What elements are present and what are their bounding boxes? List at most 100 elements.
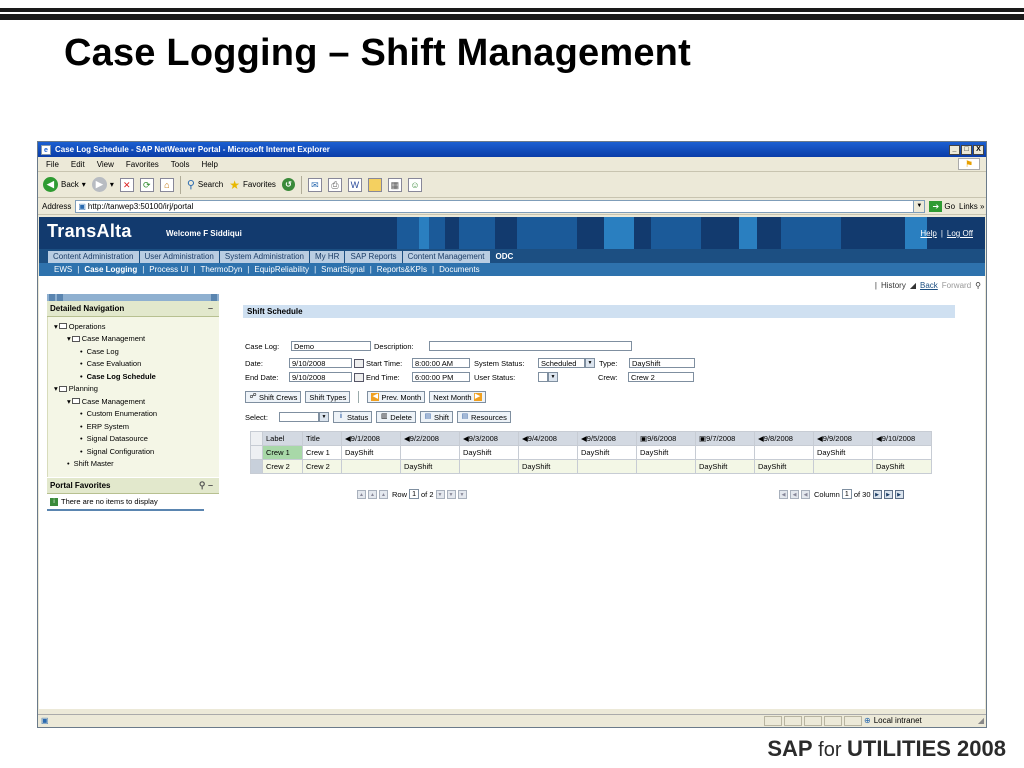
column-header-date[interactable]: ◀9/3/2008 (459, 431, 519, 446)
nav-item-operations[interactable]: ▾ Operations (48, 320, 219, 333)
next-month-button[interactable]: Next Month ▶ (429, 391, 486, 403)
table-cell[interactable] (813, 459, 873, 474)
nav-item-planning[interactable]: ▾ Planning (48, 383, 219, 396)
table-cell[interactable]: DayShift (341, 445, 401, 460)
table-cell[interactable]: DayShift (518, 459, 578, 474)
last-page-icon[interactable]: ▼ (457, 489, 467, 499)
refresh-icon[interactable]: ⟳ (139, 177, 154, 192)
subtab-documents[interactable]: Documents (438, 265, 480, 274)
select-dropdown[interactable]: ▼ (279, 412, 329, 422)
subtab-case-logging[interactable]: Case Logging (83, 265, 138, 274)
table-cell[interactable]: DayShift (872, 459, 932, 474)
table-cell[interactable]: DayShift (400, 459, 460, 474)
menu-edit[interactable]: Edit (71, 160, 85, 169)
tab-user-administration[interactable]: User Administration (139, 251, 220, 263)
row-selector[interactable] (250, 459, 263, 474)
table-row[interactable]: Crew 1 Crew 1 DayShift DayShift DayShift… (250, 445, 932, 460)
end-date-input[interactable]: 9/10/2008 (289, 372, 352, 382)
case-log-input[interactable]: Demo (291, 341, 371, 351)
column-header-date[interactable]: ◀9/5/2008 (577, 431, 637, 446)
prev-row-icon[interactable]: ▲ (379, 489, 388, 499)
help-link[interactable]: Help (920, 229, 936, 238)
user-status-select[interactable] (538, 372, 548, 382)
shift-crews-button[interactable]: ☍ Shift Crews (245, 391, 302, 403)
subtab-reports-kpis[interactable]: Reports&KPIs (376, 265, 428, 274)
tab-system-administration[interactable]: System Administration (219, 251, 310, 263)
menu-view[interactable]: View (97, 160, 114, 169)
last-column-icon[interactable]: ▶ (894, 489, 904, 499)
table-cell[interactable] (341, 459, 401, 474)
subtab-thermodyn[interactable]: ThermoDyn (199, 265, 243, 274)
resize-grip-icon[interactable]: ◢ (978, 716, 984, 725)
type-input[interactable]: DayShift (629, 358, 695, 368)
messenger-icon[interactable]: ☺ (407, 177, 422, 192)
tab-sap-reports[interactable]: SAP Reports (345, 251, 403, 263)
pin-icon[interactable]: ⚲ (975, 281, 981, 290)
nav-item-erp-system[interactable]: • ERP System (48, 420, 219, 433)
column-input[interactable]: 1 (841, 489, 852, 499)
tab-content-administration[interactable]: Content Administration (48, 251, 140, 263)
table-cell[interactable] (400, 445, 460, 460)
table-cell[interactable]: Crew 2 (302, 459, 342, 474)
column-header-date[interactable]: ◀9/9/2008 (813, 431, 873, 446)
nav-item-case-management-planning[interactable]: ▾ Case Management (48, 395, 219, 408)
date-input[interactable]: 9/10/2008 (289, 358, 352, 368)
pin-minimize-icon[interactable]: ⚲ – (199, 480, 213, 491)
maximize-button[interactable]: □ (961, 144, 972, 155)
table-cell[interactable]: Crew 1 (262, 445, 303, 460)
prev-column-icon[interactable]: ◀ (801, 489, 810, 499)
close-button[interactable]: X (973, 144, 984, 155)
tab-content-management[interactable]: Content Management (402, 251, 491, 263)
history-dropdown[interactable]: History (881, 281, 906, 290)
minimize-icon[interactable]: – (208, 303, 213, 313)
menu-file[interactable]: File (46, 160, 59, 169)
nav-item-case-log-schedule[interactable]: • Case Log Schedule (48, 370, 219, 383)
column-header-date[interactable]: ▣9/7/2008 (695, 431, 755, 446)
nav-item-shift-master[interactable]: • Shift Master (48, 458, 219, 471)
nav-collapse-bar[interactable] (47, 294, 219, 301)
table-cell[interactable] (695, 445, 755, 460)
tab-odc[interactable]: ODC (490, 251, 520, 263)
menu-tools[interactable]: Tools (171, 160, 190, 169)
subtab-process-ui[interactable]: Process UI (148, 265, 189, 274)
research-icon[interactable]: ▦ (387, 177, 402, 192)
next-column-icon[interactable]: ▶ (872, 489, 882, 499)
subtab-ews[interactable]: EWS (53, 265, 73, 274)
start-time-input[interactable]: 8:00:00 AM (412, 358, 470, 368)
next-column-page-icon[interactable]: ▶ (883, 489, 893, 499)
nav-item-custom-enumeration[interactable]: • Custom Enumeration (48, 408, 219, 421)
shift-button[interactable]: ▤ Shift (419, 411, 453, 423)
resources-button[interactable]: ▤ Resources (456, 411, 511, 423)
prev-month-button[interactable]: ◀ Prev. Month (367, 391, 426, 403)
table-cell[interactable]: DayShift (754, 459, 814, 474)
next-page-icon[interactable]: ▼ (446, 489, 456, 499)
end-time-input[interactable]: 6:00:00 PM (412, 372, 470, 382)
table-cell[interactable] (872, 445, 932, 460)
nav-item-case-log[interactable]: • Case Log (48, 345, 219, 358)
description-input[interactable] (429, 341, 632, 351)
forward-button[interactable]: ▶ ▾ (91, 177, 114, 192)
table-cell[interactable]: Crew 1 (302, 445, 342, 460)
table-cell[interactable] (577, 459, 637, 474)
forward-link[interactable]: Forward (942, 281, 971, 290)
calendar-icon[interactable] (354, 372, 364, 382)
menu-favorites[interactable]: Favorites (126, 160, 159, 169)
print-icon[interactable]: ⎙ (327, 177, 342, 192)
column-header-title[interactable]: Title (302, 431, 342, 446)
links-button[interactable]: Links » (959, 202, 984, 211)
column-header-label[interactable]: Label (262, 431, 303, 446)
table-cell[interactable]: DayShift (577, 445, 637, 460)
nav-item-case-management[interactable]: ▾ Case Management (48, 333, 219, 346)
calendar-icon[interactable] (354, 358, 364, 368)
table-cell[interactable]: DayShift (813, 445, 873, 460)
history-icon[interactable]: ↺ (281, 178, 295, 191)
shift-types-button[interactable]: Shift Types (305, 391, 351, 403)
nav-item-case-evaluation[interactable]: • Case Evaluation (48, 358, 219, 371)
status-button[interactable]: i Status (333, 411, 373, 423)
prev-column-page-icon[interactable]: ◀ (790, 489, 799, 499)
column-header-date[interactable]: ◀9/8/2008 (754, 431, 814, 446)
subtab-smartsignal[interactable]: SmartSignal (320, 265, 366, 274)
prev-page-icon[interactable]: ▲ (368, 489, 377, 499)
crew-input[interactable]: Crew 2 (628, 372, 694, 382)
first-column-icon[interactable]: ◀ (779, 489, 788, 499)
